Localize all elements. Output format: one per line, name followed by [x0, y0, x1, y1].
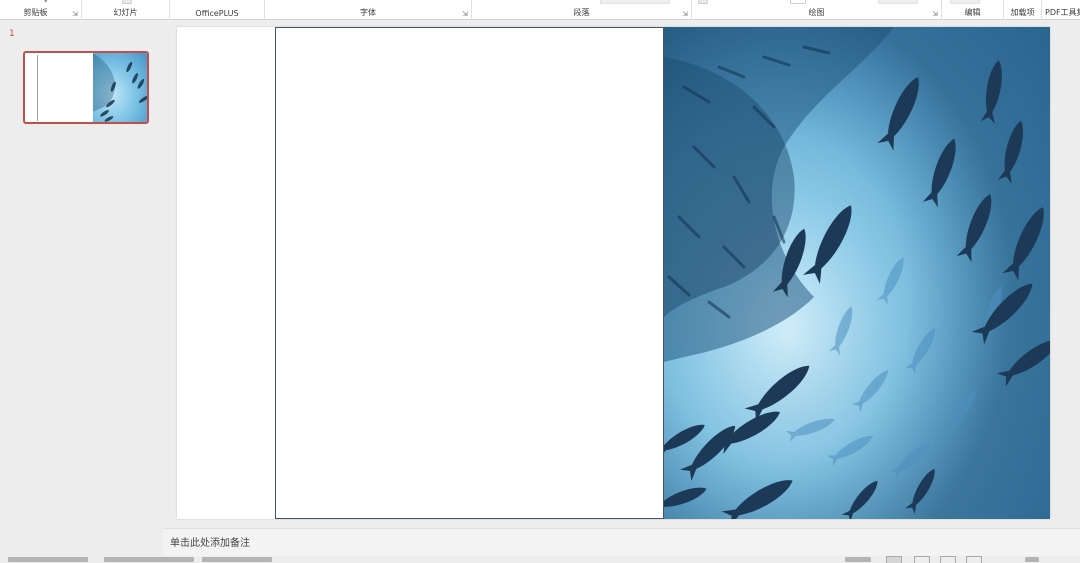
shape-icon[interactable] — [698, 0, 708, 4]
dialog-launcher-icon[interactable]: ⇲ — [72, 10, 78, 18]
slide-number: 1 — [9, 29, 15, 39]
zoom-slider[interactable] — [1025, 557, 1039, 562]
ribbon-group-label: 字体 — [360, 8, 376, 17]
empty-textbox[interactable] — [275, 27, 664, 519]
accessibility-status[interactable] — [104, 557, 194, 562]
smartart-convert-control[interactable] — [600, 0, 670, 4]
shape-gallery-control[interactable] — [790, 0, 806, 4]
slide-thumbnail-pane[interactable]: 1 — [0, 20, 163, 556]
ribbon-group-label: 编辑 — [964, 8, 981, 17]
ribbon: ▾ 剪贴板 ⇲ 幻灯片 OfficePLUS 字体 ⇲ 段落 ⇲ 绘图 ⇲ 编辑… — [0, 0, 1080, 20]
ribbon-group-addins[interactable]: 加载项 — [1004, 0, 1042, 20]
normal-view-button[interactable] — [886, 556, 902, 563]
ribbon-group-font[interactable]: 字体 ⇲ — [265, 0, 472, 20]
ribbon-group-clipboard[interactable]: ▾ 剪贴板 ⇲ — [0, 0, 82, 20]
slide-count-status — [8, 557, 88, 562]
shape-effects-control[interactable] — [878, 0, 918, 4]
ribbon-group-paragraph[interactable]: 段落 ⇲ — [472, 0, 692, 20]
notes-placeholder[interactable]: 单击此处添加备注 — [170, 534, 250, 549]
ribbon-group-editing[interactable]: 编辑 — [942, 0, 1004, 20]
reading-view-button[interactable] — [940, 556, 956, 563]
dialog-launcher-icon[interactable]: ⇲ — [462, 10, 468, 18]
notes-toggle-button[interactable] — [845, 557, 871, 562]
ribbon-group-drawing[interactable]: 绘图 ⇲ — [692, 0, 942, 20]
fish-school-image[interactable] — [664, 27, 1050, 519]
slideshow-view-button[interactable] — [966, 556, 982, 563]
powerpoint-window: ▾ 剪贴板 ⇲ 幻灯片 OfficePLUS 字体 ⇲ 段落 ⇲ 绘图 ⇲ 编辑… — [0, 0, 1080, 563]
ribbon-group-label: 幻灯片 — [113, 8, 138, 17]
ribbon-group-label: OfficePLUS — [195, 9, 239, 18]
language-status[interactable] — [202, 557, 272, 562]
ribbon-group-label: 剪贴板 — [23, 8, 48, 17]
ribbon-group-slides[interactable]: 幻灯片 — [82, 0, 170, 20]
ribbon-group-label: 加载项 — [1010, 8, 1035, 17]
ribbon-group-pdf-tools[interactable]: PDF工具集 — [1042, 0, 1080, 20]
paste-icon: ▾ — [44, 0, 48, 5]
ribbon-group-officeplus[interactable]: OfficePLUS — [170, 0, 265, 20]
thumbnail-fish-image — [93, 53, 147, 122]
notes-pane[interactable]: 单击此处添加备注 — [163, 528, 1080, 556]
select-control[interactable] — [950, 0, 980, 4]
thumbnail-textbox-border — [37, 55, 38, 121]
slide-thumbnail[interactable] — [23, 51, 149, 124]
status-bar — [0, 556, 1080, 563]
new-slide-icon[interactable] — [122, 0, 132, 4]
ribbon-group-label: 段落 — [573, 8, 590, 17]
dialog-launcher-icon[interactable]: ⇲ — [682, 10, 688, 18]
slide-sorter-view-button[interactable] — [914, 556, 930, 563]
dialog-launcher-icon[interactable]: ⇲ — [932, 10, 938, 18]
ribbon-group-label: PDF工具集 — [1045, 8, 1080, 17]
slide-canvas[interactable] — [177, 27, 1050, 519]
ribbon-group-label: 绘图 — [808, 8, 825, 17]
